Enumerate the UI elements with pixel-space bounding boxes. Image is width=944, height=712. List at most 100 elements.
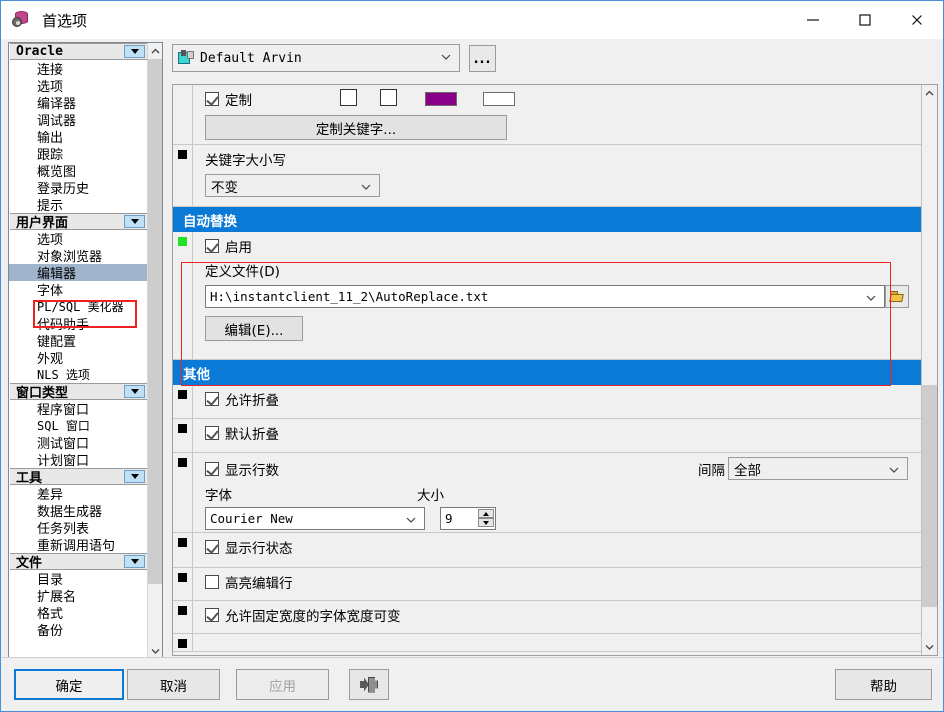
sidebar-item-连接[interactable]: 连接	[9, 60, 148, 78]
tree-scroll-up-icon[interactable]	[148, 43, 162, 59]
close-icon[interactable]	[891, 1, 943, 39]
sidebar-item-测试窗口[interactable]: 测试窗口	[9, 434, 148, 452]
content-scroll-thumb[interactable]	[922, 385, 937, 607]
migrate-settings-button[interactable]	[349, 669, 389, 700]
sidebar-item-对象浏览器[interactable]: 对象浏览器	[9, 247, 148, 265]
sidebar-item-键配置[interactable]: 键配置	[9, 332, 148, 350]
modified-marker	[178, 390, 187, 399]
tree-group-label: 文件	[16, 556, 43, 571]
profile-row: Default Arvin ...	[172, 44, 496, 72]
sidebar-item-重新调用语句[interactable]: 重新调用语句	[9, 536, 148, 554]
sidebar-item-程序窗口[interactable]: 程序窗口	[9, 400, 148, 418]
sidebar-item-代码助手[interactable]: 代码助手	[9, 315, 148, 333]
checkbox-box	[205, 461, 219, 476]
help-button[interactable]: 帮助	[835, 669, 932, 700]
minimize-icon[interactable]	[787, 1, 839, 39]
custom-checkbox[interactable]: 定制	[205, 89, 252, 109]
font-select[interactable]: Courier New	[205, 507, 425, 530]
sidebar-item-选项[interactable]: 选项	[9, 77, 148, 95]
keyword-case-select[interactable]: 不变	[205, 174, 380, 197]
autoreplace-enable-checkbox[interactable]: 启用	[205, 236, 252, 256]
custom-option-checkbox-2[interactable]	[380, 89, 397, 109]
profile-select[interactable]: Default Arvin	[172, 44, 460, 72]
sidebar-item-任务列表[interactable]: 任务列表	[9, 519, 148, 537]
sidebar-item-差异[interactable]: 差异	[9, 485, 148, 503]
chevron-down-icon[interactable]	[124, 555, 145, 568]
sidebar-item-目录[interactable]: 目录	[9, 570, 148, 588]
sidebar-item-数据生成器[interactable]: 数据生成器	[9, 502, 148, 520]
show-line-numbers-checkbox[interactable]: 显示行数	[205, 459, 279, 479]
font-size-stepper[interactable]: 9	[440, 507, 496, 530]
row-custom: 定制 定制关键字...	[173, 85, 922, 145]
sidebar-item-调试器[interactable]: 调试器	[9, 111, 148, 129]
tree-group-4[interactable]: 文件	[10, 553, 147, 571]
sidebar-item-外观[interactable]: 外观	[9, 349, 148, 367]
checkbox-box	[205, 575, 219, 589]
content-scroll-up-icon[interactable]	[922, 85, 937, 101]
chevron-down-icon[interactable]	[124, 45, 145, 58]
autoreplace-file-label: 定义文件(D)	[205, 264, 280, 280]
custom-option-checkbox-1[interactable]	[340, 89, 357, 109]
sidebar-item-输出[interactable]: 输出	[9, 128, 148, 146]
apply-button: 应用	[236, 669, 329, 700]
font-size-buttons[interactable]	[478, 509, 494, 528]
settings-tree-list: Oracle 连接 选项 编译器 调试器 输出 跟踪 概览图 登录历史 提示 用户界面 选项 对象浏览器…	[9, 43, 148, 659]
variable-width-checkbox[interactable]: 允许固定宽度的字体宽度可变	[205, 605, 401, 625]
interval-select[interactable]: 全部	[728, 457, 908, 480]
row-marker-col	[173, 533, 193, 567]
tree-scrollbar[interactable]	[147, 43, 162, 659]
content-scroll-down-icon[interactable]	[922, 639, 937, 655]
sidebar-item-提示[interactable]: 提示	[9, 196, 148, 214]
sidebar-item-SQL 窗口[interactable]: SQL 窗口	[9, 417, 148, 434]
profile-more-button[interactable]: ...	[469, 44, 496, 72]
sidebar-item-扩展名[interactable]: 扩展名	[9, 587, 148, 605]
stepper-down-icon[interactable]	[478, 518, 494, 527]
tree-group-1[interactable]: 用户界面	[10, 213, 147, 231]
tree-group-3[interactable]: 工具	[10, 468, 147, 486]
modified-marker	[178, 639, 187, 648]
section-header-other: 其他	[173, 360, 922, 385]
chevron-down-icon	[866, 295, 876, 301]
show-line-status-checkbox[interactable]: 显示行状态	[205, 537, 293, 557]
checkbox-box	[205, 540, 219, 554]
allow-fold-checkbox[interactable]: 允许折叠	[205, 389, 279, 409]
sidebar-item-NLS 选项[interactable]: NLS 选项	[9, 366, 148, 383]
browse-file-button[interactable]	[885, 285, 909, 308]
sidebar-item-备份[interactable]: 备份	[9, 621, 148, 639]
content-scrollbar[interactable]	[921, 85, 937, 655]
checkbox-box	[205, 608, 219, 622]
sidebar-item-选项[interactable]: 选项	[9, 230, 148, 248]
autoreplace-file-input[interactable]: H:\instantclient_11_2\AutoReplace.txt	[205, 285, 885, 308]
tree-scroll-thumb[interactable]	[148, 59, 162, 584]
folder-open-icon	[889, 291, 904, 302]
maximize-icon[interactable]	[839, 1, 891, 39]
sidebar-item-跟踪[interactable]: 跟踪	[9, 145, 148, 163]
chevron-down-icon[interactable]	[124, 470, 145, 483]
autoreplace-edit-button[interactable]: 编辑(E)...	[205, 316, 303, 341]
ok-button[interactable]: 确定	[14, 669, 124, 700]
row-autoreplace-body: 启用 定义文件(D) H:\instantclient_11_2\AutoRep…	[193, 232, 922, 359]
stepper-up-icon[interactable]	[478, 509, 494, 518]
sidebar-item-PL/SQL 美化器[interactable]: PL/SQL 美化器	[9, 298, 148, 315]
modified-marker	[178, 458, 187, 467]
cancel-button[interactable]: 取消	[127, 669, 220, 700]
sidebar-item-格式[interactable]: 格式	[9, 604, 148, 622]
row-marker-col	[173, 419, 193, 452]
sidebar-item-概览图[interactable]: 概览图	[9, 162, 148, 180]
sidebar-item-登录历史[interactable]: 登录历史	[9, 179, 148, 197]
chevron-down-icon[interactable]	[124, 385, 145, 398]
tree-group-0[interactable]: Oracle	[10, 43, 147, 60]
sidebar-item-编辑器[interactable]: 编辑器	[9, 264, 148, 282]
tree-group-2[interactable]: 窗口类型	[10, 383, 147, 401]
chevron-down-icon[interactable]	[124, 215, 145, 228]
show-line-numbers-label: 显示行数	[225, 462, 279, 479]
settings-tree[interactable]: Oracle 连接 选项 编译器 调试器 输出 跟踪 概览图 登录历史 提示 用户界面 选项 对象浏览器…	[8, 42, 163, 660]
foreground-color-swatch[interactable]	[425, 92, 457, 106]
sidebar-item-计划窗口[interactable]: 计划窗口	[9, 451, 148, 469]
sidebar-item-编译器[interactable]: 编译器	[9, 94, 148, 112]
background-color-swatch[interactable]	[483, 92, 515, 106]
highlight-edit-line-checkbox[interactable]: 高亮编辑行	[205, 572, 293, 592]
sidebar-item-字体[interactable]: 字体	[9, 281, 148, 299]
custom-keywords-button[interactable]: 定制关键字...	[205, 115, 507, 140]
default-fold-checkbox[interactable]: 默认折叠	[205, 423, 279, 443]
